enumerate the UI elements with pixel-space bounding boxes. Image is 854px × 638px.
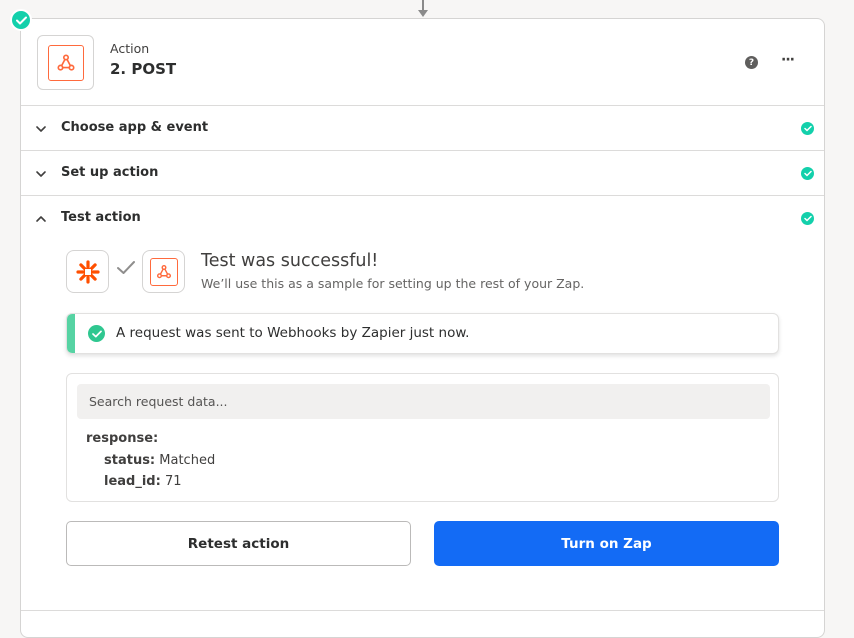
search-request-data-input[interactable] — [77, 384, 770, 419]
data-key: lead_id: — [104, 474, 161, 489]
data-field-status[interactable]: status: Matched — [104, 453, 215, 468]
chevron-down-icon — [36, 171, 46, 177]
section-toggle-choose-app-event[interactable]: Choose app & event — [21, 106, 824, 151]
section-complete-icon — [801, 212, 814, 225]
data-value: Matched — [159, 453, 216, 468]
webhook-app-chip — [142, 250, 185, 293]
section-toggle-set-up-action[interactable]: Set up action — [21, 151, 824, 196]
step-header[interactable]: Action 2. POST ? ··· — [21, 19, 824, 106]
chevron-down-icon — [36, 126, 46, 132]
step-title: 2. POST — [110, 60, 177, 78]
test-success-title: Test was successful! — [201, 251, 379, 271]
webhook-icon — [56, 53, 75, 71]
data-field-lead-id[interactable]: lead_id: 71 — [104, 474, 182, 489]
data-key: status: — [104, 453, 156, 468]
notice-text: A request was sent to Webhooks by Zapier… — [116, 325, 470, 341]
notice-accent-bar — [67, 314, 75, 353]
app-icon-tile — [37, 35, 94, 90]
turn-on-zap-button[interactable]: Turn on Zap — [434, 521, 779, 566]
check-icon — [117, 261, 135, 274]
request-sent-notice: A request was sent to Webhooks by Zapier… — [66, 313, 779, 354]
zapier-app-chip — [66, 250, 109, 293]
section-choose-app-event: Choose app & event — [21, 106, 824, 151]
section-label: Test action — [61, 210, 141, 225]
flow-connector-arrow — [417, 10, 428, 17]
chevron-up-icon — [36, 216, 46, 222]
action-step-card: Action 2. POST ? ··· Choose app & event … — [10, 9, 825, 638]
request-data-panel: response: status: Matched lead_id: 71 — [66, 373, 779, 502]
step-kind-label: Action — [110, 41, 150, 56]
section-label: Set up action — [61, 165, 159, 180]
zapier-logo-icon — [75, 259, 100, 284]
section-label: Choose app & event — [61, 120, 209, 135]
help-icon[interactable]: ? — [745, 56, 758, 69]
retest-action-button[interactable]: Retest action — [66, 521, 411, 566]
response-root-key[interactable]: response: — [86, 431, 158, 446]
webhook-icon — [156, 264, 171, 278]
success-check-icon — [88, 325, 105, 342]
section-complete-icon — [801, 122, 814, 135]
data-value: 71 — [164, 474, 182, 489]
card-bottom-divider — [21, 610, 824, 611]
section-toggle-test-action[interactable]: Test action — [21, 196, 824, 241]
test-success-subtitle: We’ll use this as a sample for setting u… — [201, 276, 585, 291]
more-options-icon[interactable]: ··· — [781, 52, 795, 68]
section-test-action: Test action Test was successful! We’ll u… — [21, 196, 824, 616]
section-set-up-action: Set up action — [21, 151, 824, 196]
data-key: response: — [86, 431, 159, 446]
section-complete-icon — [801, 167, 814, 180]
